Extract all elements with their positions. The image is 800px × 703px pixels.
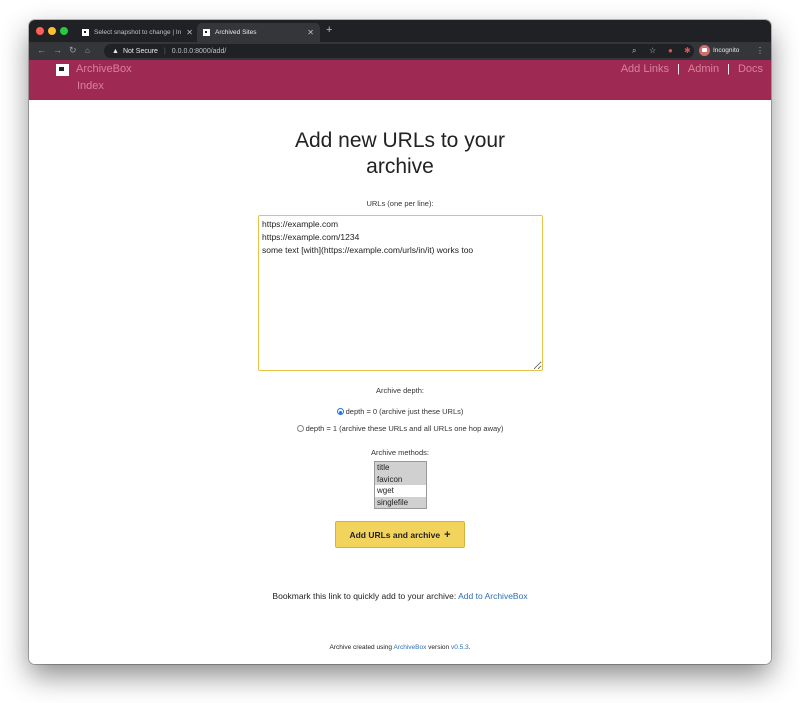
plus-icon: + bbox=[444, 528, 451, 541]
security-label: Not Secure bbox=[122, 47, 158, 55]
footer-middle: version bbox=[428, 644, 450, 651]
bookmark-line: Bookmark this link to quickly add to you… bbox=[29, 591, 771, 601]
puzzle-icon[interactable]: ✱ bbox=[684, 46, 691, 55]
nav-separator: | bbox=[727, 63, 730, 75]
browser-toolbar: ← → ↻ ⌂ ▲ Not Secure | 0.0.0.0:8000/add/… bbox=[29, 42, 771, 60]
maximize-window-icon[interactable] bbox=[60, 27, 68, 35]
depth-1-label: depth = 1 (archive these URLs and all UR… bbox=[305, 424, 504, 433]
index-link[interactable]: Index bbox=[77, 80, 104, 92]
depth-0-option[interactable]: depth = 0 (archive just these URLs) bbox=[29, 407, 771, 416]
back-icon[interactable]: ← bbox=[37, 45, 46, 55]
method-option-singlefile[interactable]: singlefile bbox=[375, 496, 426, 508]
urls-textarea[interactable]: https://example.com https://example.com/… bbox=[258, 215, 543, 371]
browser-window: Select snapshot to change | In ✕ Archive… bbox=[29, 20, 771, 664]
depth-1-option[interactable]: depth = 1 (archive these URLs and all UR… bbox=[29, 424, 771, 433]
nav-admin[interactable]: Admin bbox=[688, 63, 719, 75]
nav-separator: | bbox=[677, 63, 680, 75]
add-urls-button[interactable]: Add URLs and archive + bbox=[335, 521, 465, 548]
urls-label: URLs (one per line): bbox=[366, 199, 434, 208]
site-header: ArchiveBox Index Add Links | Admin | Doc… bbox=[29, 60, 771, 100]
top-nav: Add Links | Admin | Docs bbox=[621, 63, 763, 75]
url-text: 0.0.0.0:8000/add/ bbox=[171, 47, 227, 55]
footer-suffix: . bbox=[468, 644, 471, 651]
address-separator: | bbox=[163, 47, 166, 55]
nav-add-links[interactable]: Add Links bbox=[621, 63, 669, 75]
bookmark-text: Bookmark this link to quickly add to you… bbox=[272, 591, 457, 601]
menu-kebab-icon[interactable]: ⋮ bbox=[756, 46, 764, 55]
tab-archived-sites[interactable]: Archived Sites ✕ bbox=[197, 23, 320, 42]
bookmark-star-icon[interactable]: ☆ bbox=[649, 46, 656, 55]
forward-icon[interactable]: → bbox=[53, 45, 62, 55]
extension-icon[interactable]: ● bbox=[668, 46, 673, 55]
depth-0-label: depth = 0 (archive just these URLs) bbox=[345, 407, 464, 416]
page-title: Add new URLs to your archive bbox=[294, 129, 506, 178]
tab-title: Archived Sites bbox=[215, 29, 257, 36]
warning-icon: ▲ bbox=[112, 47, 119, 55]
incognito-icon bbox=[699, 45, 710, 56]
incognito-label: Incognito bbox=[713, 47, 740, 54]
minimize-window-icon[interactable] bbox=[48, 27, 56, 35]
archivebox-favicon-icon bbox=[82, 29, 89, 36]
archivebox-logo-icon[interactable] bbox=[56, 64, 69, 76]
brand-link[interactable]: ArchiveBox bbox=[76, 63, 132, 75]
methods-label: Archive methods: bbox=[371, 448, 429, 457]
tab-select-snapshot[interactable]: Select snapshot to change | In ✕ bbox=[76, 23, 199, 42]
zoom-icon[interactable]: ⌕ bbox=[632, 46, 636, 56]
close-window-icon[interactable] bbox=[36, 27, 44, 35]
depth-label: Archive depth: bbox=[376, 386, 424, 395]
tab-close-icon[interactable]: ✕ bbox=[186, 28, 193, 37]
archivebox-favicon-icon bbox=[203, 29, 210, 36]
depth-0-radio[interactable] bbox=[336, 408, 344, 415]
home-icon[interactable]: ⌂ bbox=[85, 46, 90, 55]
incognito-badge[interactable]: Incognito bbox=[699, 45, 739, 56]
archive-methods-select[interactable]: title favicon wget singlefile bbox=[374, 461, 427, 509]
address-bar[interactable]: ▲ Not Secure | 0.0.0.0:8000/add/ bbox=[104, 44, 694, 58]
bookmarklet-link[interactable]: Add to ArchiveBox bbox=[458, 591, 527, 601]
footer: Archive created using ArchiveBox version… bbox=[29, 644, 771, 651]
footer-archivebox-link[interactable]: ArchiveBox bbox=[393, 644, 426, 651]
reload-icon[interactable]: ↻ bbox=[69, 45, 77, 56]
add-urls-button-label: Add URLs and archive bbox=[349, 529, 441, 540]
tab-title: Select snapshot to change | In bbox=[94, 29, 182, 36]
depth-1-radio[interactable] bbox=[296, 425, 304, 432]
method-option-wget[interactable]: wget bbox=[375, 485, 426, 497]
page: ArchiveBox Index Add Links | Admin | Doc… bbox=[29, 60, 771, 664]
new-tab-icon[interactable]: + bbox=[326, 24, 332, 36]
method-option-favicon[interactable]: favicon bbox=[375, 473, 426, 485]
footer-prefix: Archive created using bbox=[329, 644, 393, 651]
footer-version-link[interactable]: v0.5.3 bbox=[451, 644, 469, 651]
nav-docs[interactable]: Docs bbox=[738, 63, 763, 75]
tab-strip: Select snapshot to change | In ✕ Archive… bbox=[29, 20, 771, 42]
tab-close-icon[interactable]: ✕ bbox=[307, 28, 314, 37]
method-option-title[interactable]: title bbox=[375, 462, 426, 474]
